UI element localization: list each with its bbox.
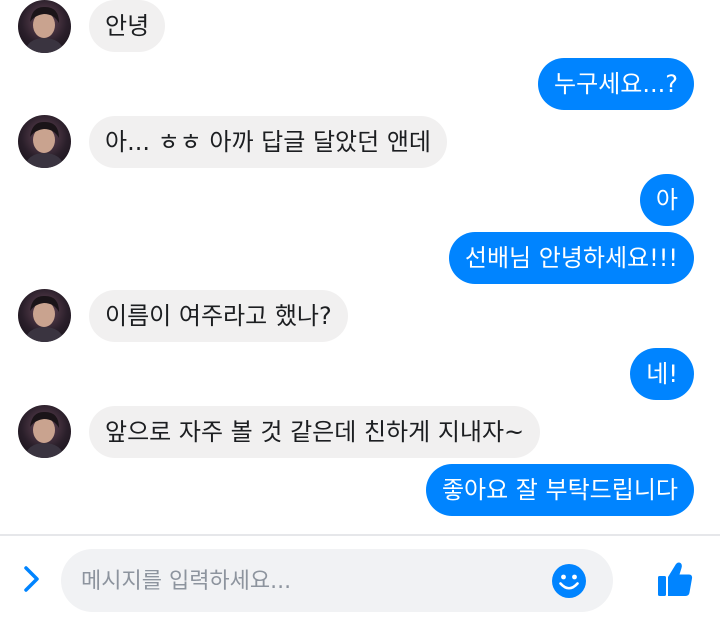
messenger-screen: 안녕 누구세요...? 아... ㅎㅎ 아까 답글 달았던 앤데 아 선배님 안… [0,0,720,621]
message-bubble-incoming[interactable]: 아... ㅎㅎ 아까 답글 달았던 앤데 [89,116,447,168]
message-bubble-incoming[interactable]: 안녕 [89,0,166,52]
message-composer [0,536,720,621]
smiley-icon [552,564,586,598]
message-input[interactable] [79,549,543,614]
thumbs-up-icon [658,562,693,596]
message-bubble-outgoing[interactable]: 선배님 안녕하세요!!! [448,232,694,284]
sender-avatar[interactable] [18,0,71,53]
sender-avatar[interactable] [18,289,71,342]
more-actions-button[interactable] [18,564,46,594]
like-button[interactable] [656,560,694,598]
message-bubble-outgoing[interactable]: 누구세요...? [538,58,694,110]
message-bubble-incoming[interactable]: 이름이 여주라고 했나? [89,290,348,342]
sender-avatar[interactable] [18,405,71,458]
sender-avatar[interactable] [18,115,71,168]
message-bubble-outgoing[interactable]: 좋아요 잘 부탁드립니다 [425,464,694,516]
message-bubble-outgoing[interactable]: 아 [639,174,694,226]
message-bubble-outgoing[interactable]: 네! [630,348,694,400]
chevron-right-icon [24,566,39,592]
message-input-container[interactable] [61,549,613,614]
message-thread[interactable]: 안녕 누구세요...? 아... ㅎㅎ 아까 답글 달았던 앤데 아 선배님 안… [0,0,720,534]
message-bubble-incoming[interactable]: 앞으로 자주 볼 것 같은데 친하게 지내자~ [89,406,541,458]
emoji-button[interactable] [551,563,587,599]
